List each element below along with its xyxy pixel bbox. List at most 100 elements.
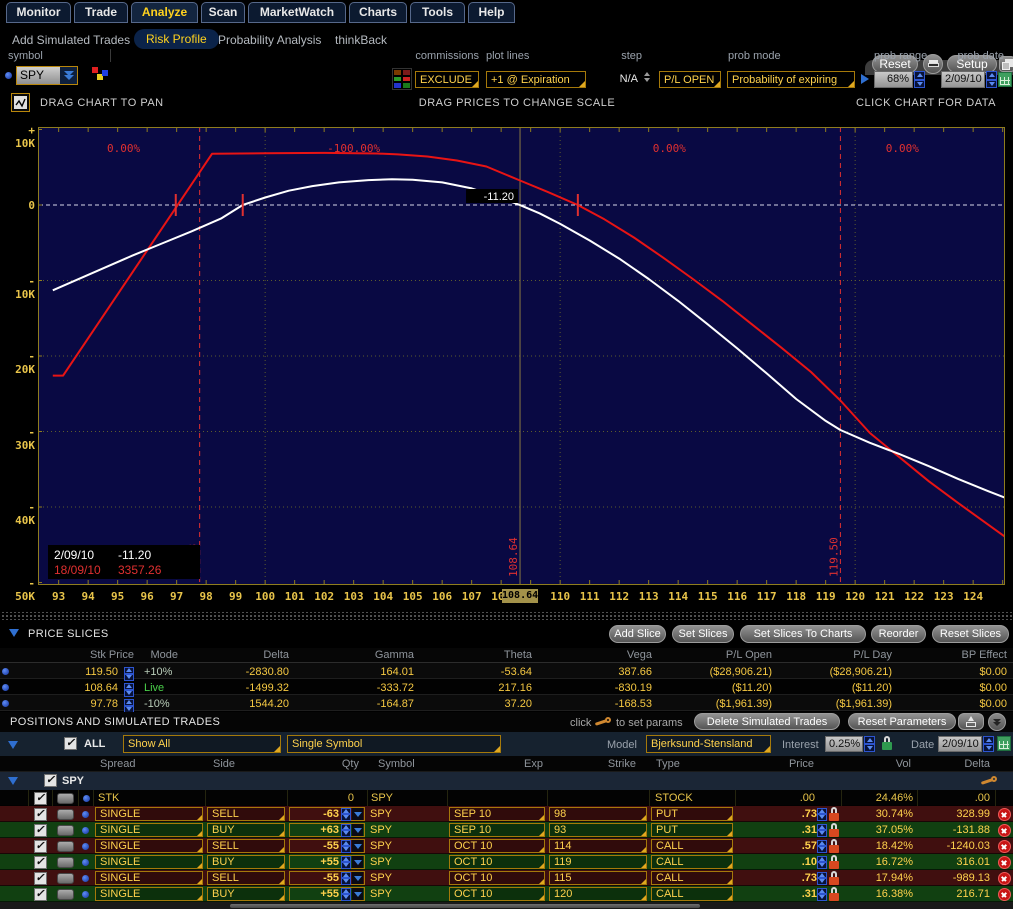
prob-range-play-icon[interactable]: [861, 74, 869, 84]
spinner-control[interactable]: [341, 808, 351, 821]
menu-tab-charts[interactable]: Charts: [349, 2, 407, 23]
row-checkbox[interactable]: ✓: [34, 824, 47, 837]
pan-mode-button[interactable]: [11, 93, 30, 112]
subtab-risk-profile[interactable]: Risk Profile: [134, 29, 219, 49]
show-filter-dropdown[interactable]: Show All: [123, 735, 281, 753]
menu-tab-trade[interactable]: Trade: [74, 2, 128, 23]
row-checkbox[interactable]: ✓: [34, 840, 47, 853]
type-dropdown[interactable]: CALL: [651, 839, 733, 853]
type-dropdown[interactable]: CALL: [651, 871, 733, 885]
spread-dropdown[interactable]: SINGLE: [95, 887, 203, 901]
row-checkbox[interactable]: ✓: [34, 856, 47, 869]
row-options-button[interactable]: [57, 825, 74, 836]
risk-profile-plot[interactable]: 97.78108.64119.500.00%-100.00%0.00%0.00%…: [38, 127, 1005, 585]
interest-input[interactable]: 0.25%: [825, 736, 863, 752]
price-lock-icon[interactable]: [829, 839, 839, 853]
reset-slices-button[interactable]: Reset Slices: [932, 625, 1009, 643]
prob-mode-dropdown-1[interactable]: P/L OPEN: [659, 71, 721, 88]
price-lock-icon[interactable]: [829, 823, 839, 837]
price-lock-icon[interactable]: [829, 871, 839, 885]
spinner-control[interactable]: [817, 872, 827, 885]
section-resize-handle[interactable]: [0, 612, 1013, 620]
menu-tab-tools[interactable]: Tools: [410, 2, 465, 23]
qty-dropdown-arrow[interactable]: [352, 872, 363, 884]
row-options-button[interactable]: [57, 809, 74, 820]
spinner-control[interactable]: [341, 856, 351, 869]
remove-row-button[interactable]: [998, 824, 1011, 837]
qty-dropdown-arrow[interactable]: [352, 888, 363, 900]
menu-tab-monitor[interactable]: Monitor: [6, 2, 71, 23]
row-options-button[interactable]: [57, 857, 74, 868]
spinner-control[interactable]: [817, 824, 827, 837]
date-spinner[interactable]: [983, 736, 994, 752]
expand-positions-icon[interactable]: [8, 741, 18, 749]
row-checkbox[interactable]: ✓: [34, 792, 47, 805]
prob-date-input[interactable]: 2/09/10: [941, 71, 985, 88]
remove-row-button[interactable]: [998, 840, 1011, 853]
remove-row-button[interactable]: [998, 856, 1011, 869]
remove-row-button[interactable]: [998, 872, 1011, 885]
qty-dropdown-arrow[interactable]: [352, 856, 363, 868]
row-options-button[interactable]: [57, 793, 74, 804]
menu-tab-analyze[interactable]: Analyze: [131, 2, 198, 23]
prob-mode-dropdown-2[interactable]: Probability of expiring: [727, 71, 855, 88]
remove-row-button[interactable]: [998, 808, 1011, 821]
exp-dropdown[interactable]: SEP 10: [449, 807, 545, 821]
calendar-icon[interactable]: [997, 736, 1011, 751]
spread-dropdown[interactable]: SINGLE: [95, 823, 203, 837]
qty-field[interactable]: +55: [289, 855, 365, 869]
set-slices-button[interactable]: Set Slices: [672, 625, 734, 643]
qty-field[interactable]: +63: [289, 823, 365, 837]
qty-field[interactable]: -55: [289, 871, 365, 885]
strike-dropdown[interactable]: 115: [549, 871, 647, 885]
symbol-dropdown-icon[interactable]: [60, 67, 77, 84]
type-dropdown[interactable]: PUT: [651, 807, 733, 821]
exp-dropdown[interactable]: OCT 10: [449, 839, 545, 853]
price-lock-icon[interactable]: [829, 855, 839, 869]
menu-tab-scan[interactable]: Scan: [201, 2, 245, 23]
spread-dropdown[interactable]: SINGLE: [95, 871, 203, 885]
type-dropdown[interactable]: CALL: [651, 887, 733, 901]
all-checkbox[interactable]: ✓: [64, 737, 77, 750]
price-slice-row[interactable]: 119.50+10%-2830.80164.01-53.64387.66($28…: [0, 663, 1013, 679]
qty-field[interactable]: -55: [289, 839, 365, 853]
group-settings-wrench-icon[interactable]: [980, 775, 997, 787]
subtab-thinkback[interactable]: thinkBack: [335, 33, 387, 47]
strike-dropdown[interactable]: 93: [549, 823, 647, 837]
link-red-icon[interactable]: [92, 67, 98, 73]
spinner-control[interactable]: [341, 872, 351, 885]
row-options-button[interactable]: [57, 889, 74, 900]
subtab-probability-analysis[interactable]: Probability Analysis: [218, 33, 321, 47]
slice-price-spinner[interactable]: [124, 699, 134, 713]
spinner-control[interactable]: [341, 888, 351, 901]
price-lock-icon[interactable]: [829, 807, 839, 821]
side-dropdown[interactable]: SELL: [207, 807, 285, 821]
price-slice-row[interactable]: 97.78-10%1544.20-164.8737.20-168.53($1,9…: [0, 695, 1013, 711]
collapse-positions-button[interactable]: [988, 713, 1006, 731]
strike-dropdown[interactable]: 119: [549, 855, 647, 869]
strike-dropdown[interactable]: 114: [549, 839, 647, 853]
menu-tab-marketwatch[interactable]: MarketWatch: [248, 2, 346, 23]
spinner-control[interactable]: [817, 808, 827, 821]
prob-range-input[interactable]: 68%: [874, 71, 913, 88]
price-lock-icon[interactable]: [829, 887, 839, 901]
strike-dropdown[interactable]: 120: [549, 887, 647, 901]
set-slices-to-charts-button[interactable]: Set Slices To Charts: [740, 625, 866, 643]
collapse-group-icon[interactable]: [8, 777, 18, 785]
color-scheme-icon[interactable]: [392, 68, 412, 90]
row-options-button[interactable]: [57, 873, 74, 884]
spinner-control[interactable]: [817, 840, 827, 853]
row-checkbox[interactable]: ✓: [34, 888, 47, 901]
scrollbar-thumb[interactable]: [230, 904, 700, 908]
subtab-add-simulated-trades[interactable]: Add Simulated Trades: [12, 33, 130, 47]
add-slice-button[interactable]: Add Slice: [609, 625, 666, 643]
side-dropdown[interactable]: BUY: [207, 855, 285, 869]
exp-dropdown[interactable]: OCT 10: [449, 871, 545, 885]
delete-simulated-trades-button[interactable]: Delete Simulated Trades: [694, 713, 840, 730]
link-blue-icon[interactable]: [102, 70, 108, 76]
export-button[interactable]: [958, 713, 984, 730]
side-dropdown[interactable]: SELL: [207, 839, 285, 853]
spinner-control[interactable]: [817, 856, 827, 869]
row-options-button[interactable]: [57, 841, 74, 852]
remove-row-button[interactable]: [998, 888, 1011, 901]
